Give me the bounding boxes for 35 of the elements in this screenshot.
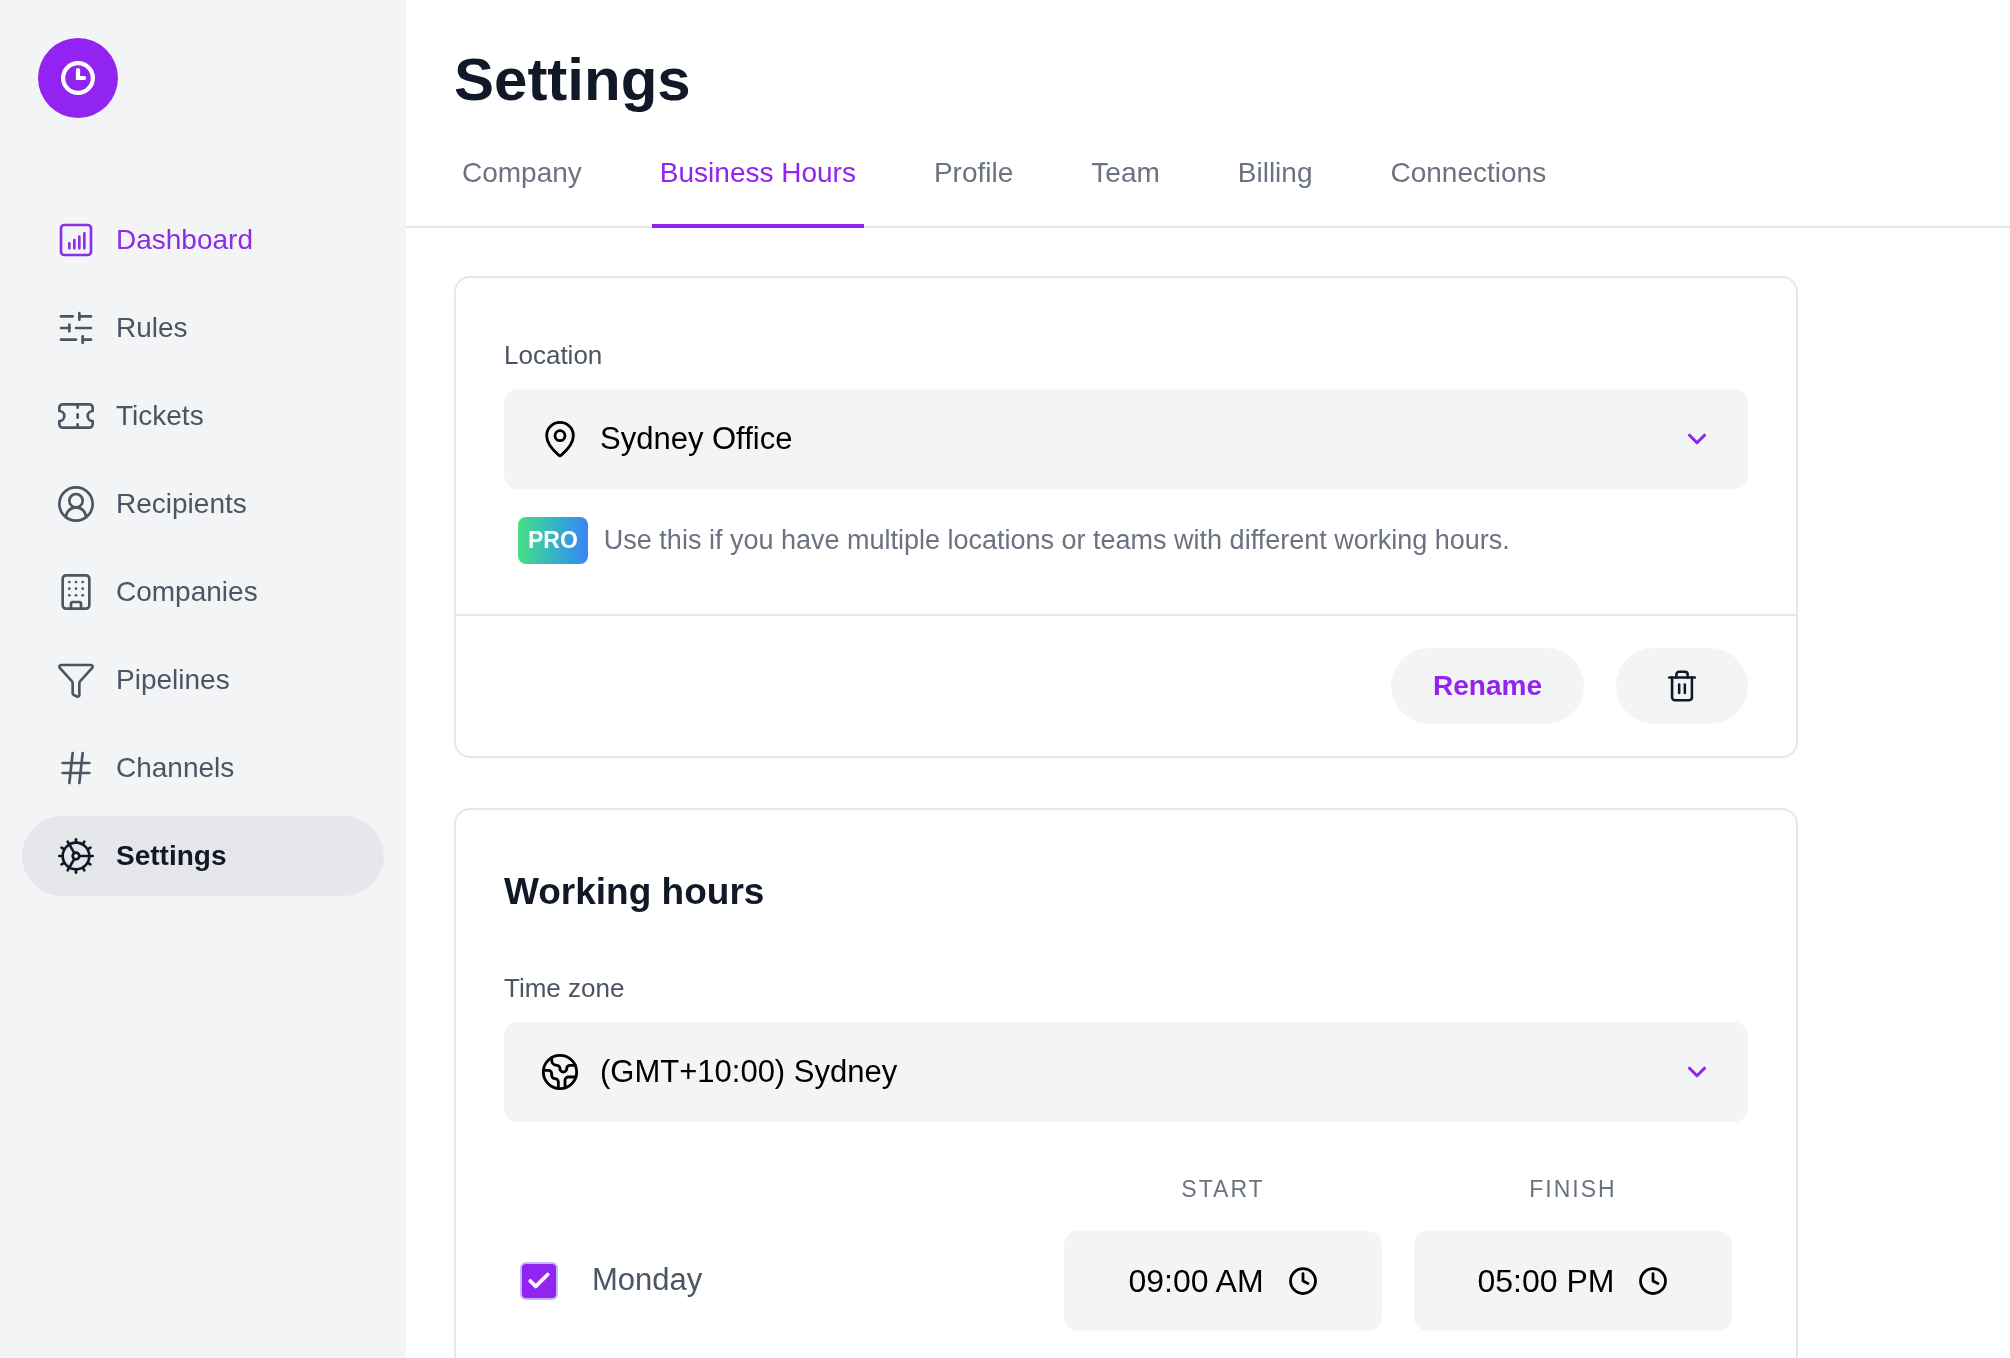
pro-badge: PRO [518,517,588,564]
clock-icon [1287,1265,1318,1296]
sidebar-item[interactable]: Channels [22,728,384,808]
timezone-select[interactable]: (GMT+10:00) Sydney [504,1022,1748,1122]
day-label: Monday [592,1261,704,1300]
sidebar-item[interactable]: Rules [22,288,384,368]
trash-icon [1665,668,1699,703]
sidebar-item[interactable]: Pipelines [22,640,384,720]
tab[interactable]: Company [454,152,590,228]
rename-button[interactable]: Rename [1391,647,1584,724]
hint-text: Use this if you have multiple locations or teams with different working hours. [603,524,1510,557]
column-header: START [1180,1175,1266,1204]
field-label: Location [504,339,604,372]
globe-icon [540,1052,580,1092]
location-select[interactable]: Sydney Office [504,389,1748,489]
settings-icon [56,836,96,876]
time-field[interactable]: 05:00 PM [1414,1230,1732,1331]
time-field[interactable]: 09:00 AM [1064,1230,1382,1331]
tab[interactable]: Profile [925,152,1022,228]
sidebar-item[interactable]: Dashboard [22,200,384,280]
day-checkbox[interactable] [520,1261,558,1300]
sidebar-item[interactable]: Recipients [22,464,384,544]
column-header: FINISH [1528,1175,1618,1204]
clock-icon [1638,1265,1669,1296]
sidebar-item[interactable]: Companies [22,552,384,632]
sidebar-item[interactable]: Settings [22,816,384,896]
tab[interactable]: Business Hours [651,152,864,228]
page-title: Settings [454,50,691,110]
user-icon [56,484,96,524]
tab[interactable]: Billing [1229,152,1321,228]
tab[interactable]: Connections [1382,152,1555,228]
field-label: Time zone [504,972,626,1005]
section-title: Working hours [504,869,766,914]
tab[interactable]: Team [1083,152,1168,228]
sidebar-item[interactable]: Tickets [22,376,384,456]
